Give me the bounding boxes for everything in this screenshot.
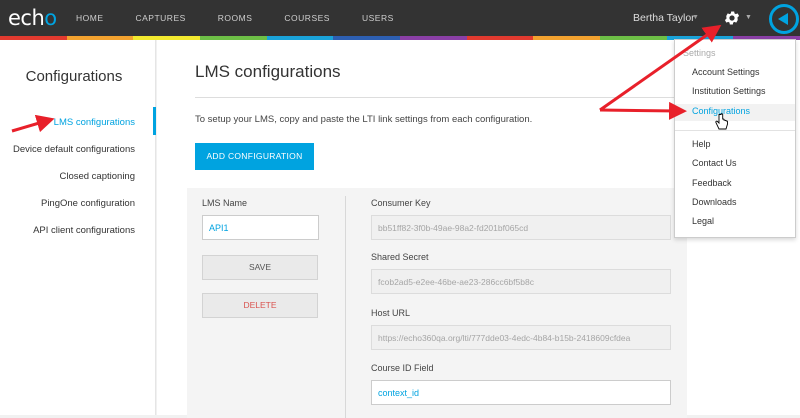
settings-dropdown-menu: Settings Account Settings Institution Se… bbox=[674, 39, 796, 238]
course-id-input[interactable]: context_id bbox=[371, 380, 671, 405]
menu-separator bbox=[675, 130, 795, 131]
page-title: LMS configurations bbox=[195, 62, 341, 81]
configuration-panel: LMS Name API1 SAVE DELETE Consumer Key b… bbox=[187, 188, 687, 418]
title-divider bbox=[195, 97, 675, 98]
add-configuration-button[interactable]: ADD CONFIGURATION bbox=[195, 143, 314, 170]
nav-captures[interactable]: CAPTURES bbox=[136, 0, 186, 36]
menu-item-account-settings[interactable]: Account Settings bbox=[692, 67, 760, 77]
sidebar-item-pingone-configuration[interactable]: PingOne configuration bbox=[41, 198, 135, 209]
menu-item-legal[interactable]: Legal bbox=[692, 216, 714, 226]
top-nav-bar: echo HOME CAPTURES ROOMS COURSES USERS B… bbox=[0, 0, 800, 36]
consumer-key-field[interactable]: bb51ff82-3f0b-49ae-98a2-fd201bf065cd bbox=[371, 215, 671, 240]
sidebar-title: Configurations bbox=[25, 68, 123, 85]
intro-text: To setup your LMS, copy and paste the LT… bbox=[195, 114, 533, 125]
delete-button[interactable]: DELETE bbox=[202, 293, 318, 318]
sidebar: Configurations LMS configurations Device… bbox=[0, 40, 156, 415]
sidebar-item-lms-configurations[interactable]: LMS configurations bbox=[54, 117, 135, 128]
nav-courses[interactable]: COURSES bbox=[284, 0, 330, 36]
nav-rooms[interactable]: ROOMS bbox=[218, 0, 253, 36]
course-id-label: Course ID Field bbox=[371, 363, 434, 373]
chevron-down-icon[interactable]: ▼ bbox=[745, 0, 752, 36]
user-menu-name[interactable]: Bertha Taylor bbox=[633, 0, 695, 36]
chevron-down-icon[interactable]: ▼ bbox=[692, 0, 699, 36]
host-url-field[interactable]: https://echo360qa.org/lti/777dde03-4edc-… bbox=[371, 325, 671, 350]
hand-pointer-icon bbox=[715, 113, 728, 130]
back-circle-icon[interactable] bbox=[769, 4, 799, 34]
main-nav: HOME CAPTURES ROOMS COURSES USERS bbox=[76, 0, 426, 36]
sidebar-item-device-default-configurations[interactable]: Device default configurations bbox=[13, 144, 135, 155]
nav-users[interactable]: USERS bbox=[362, 0, 394, 36]
consumer-key-label: Consumer Key bbox=[371, 198, 431, 208]
column-divider bbox=[345, 196, 346, 418]
host-url-label: Host URL bbox=[371, 308, 411, 318]
menu-item-downloads[interactable]: Downloads bbox=[692, 197, 737, 207]
lms-name-label: LMS Name bbox=[202, 198, 248, 208]
echo-logo[interactable]: echo bbox=[8, 6, 57, 30]
shared-secret-label: Shared Secret bbox=[371, 252, 429, 262]
save-button[interactable]: SAVE bbox=[202, 255, 318, 280]
sidebar-item-api-client-configurations[interactable]: API client configurations bbox=[33, 225, 135, 236]
lms-name-input[interactable]: API1 bbox=[202, 215, 319, 240]
sidebar-item-closed-captioning[interactable]: Closed captioning bbox=[59, 171, 135, 182]
menu-item-institution-settings[interactable]: Institution Settings bbox=[692, 86, 766, 96]
menu-item-feedback[interactable]: Feedback bbox=[692, 178, 732, 188]
shared-secret-field[interactable]: fcob2ad5-e2ee-46be-ae23-286cc6bf5b8c bbox=[371, 269, 671, 294]
menu-item-help[interactable]: Help bbox=[692, 139, 711, 149]
nav-home[interactable]: HOME bbox=[76, 0, 104, 36]
menu-item-contact-us[interactable]: Contact Us bbox=[692, 158, 737, 168]
settings-menu-header: Settings bbox=[683, 48, 716, 58]
gear-icon[interactable] bbox=[723, 9, 741, 27]
